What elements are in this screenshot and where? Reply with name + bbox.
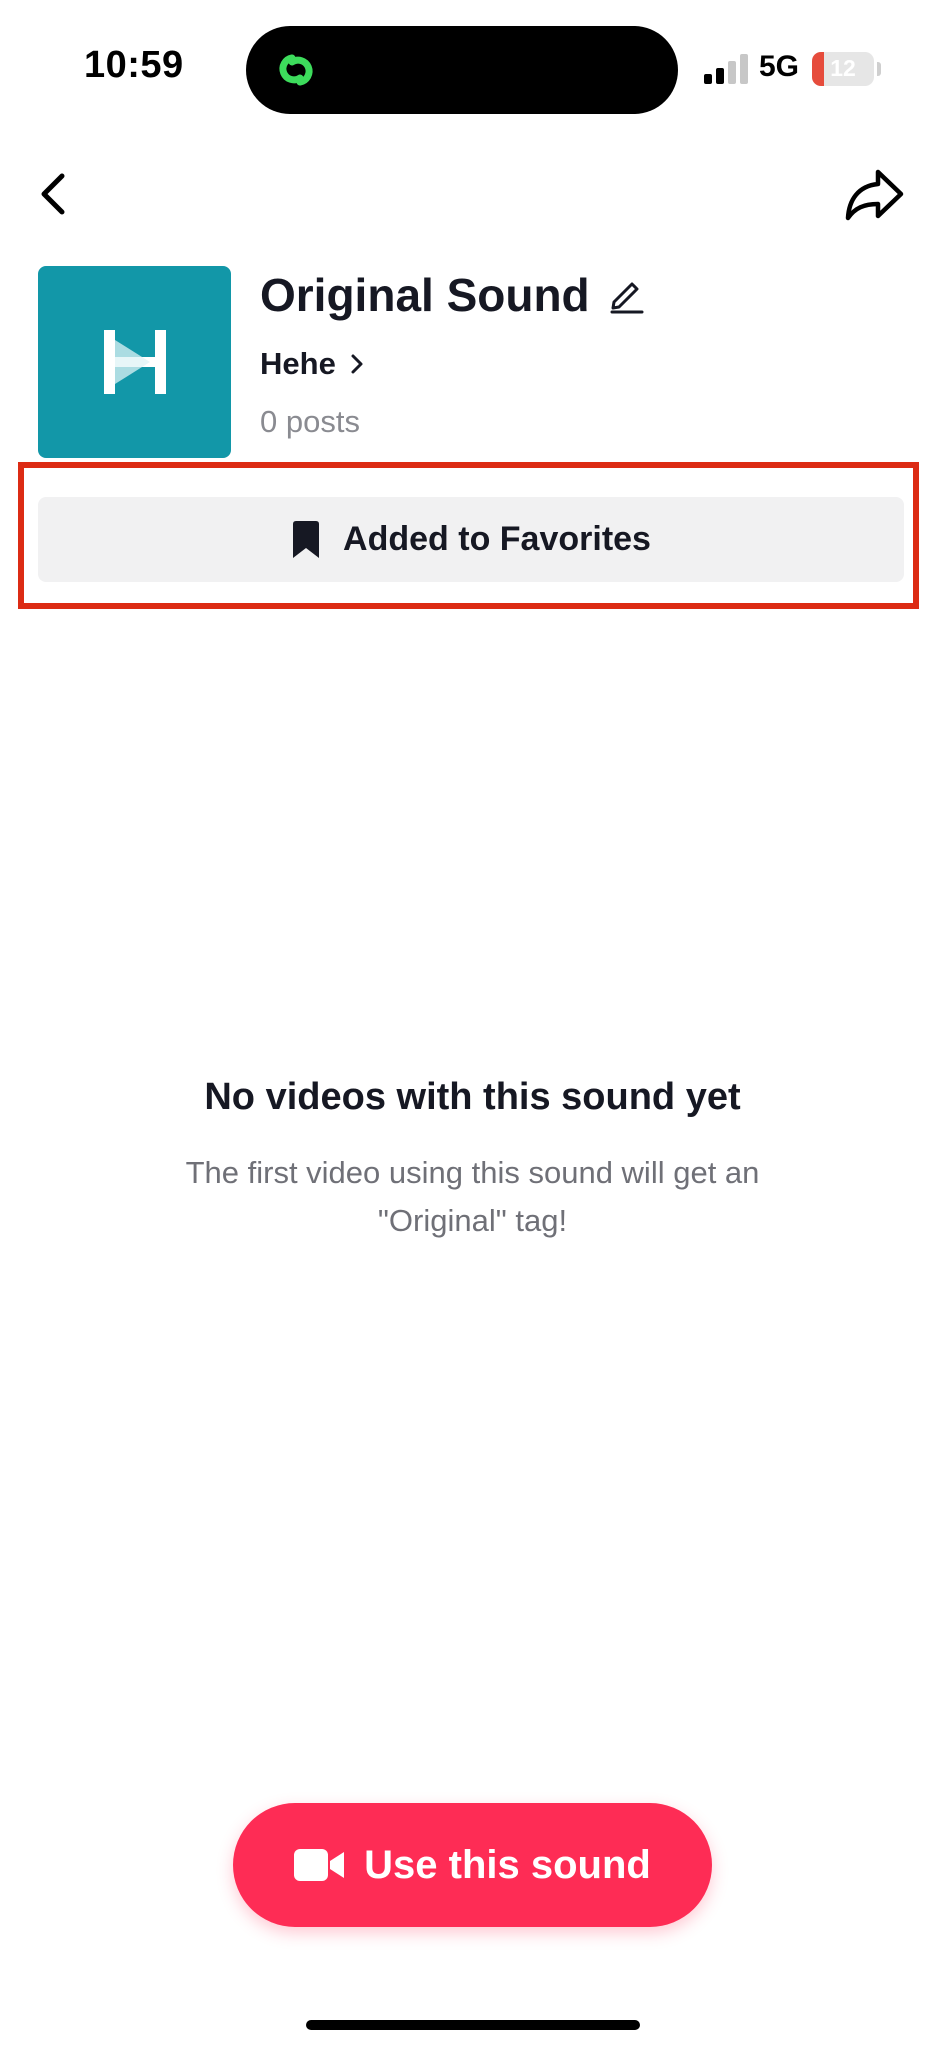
signal-icon — [704, 54, 748, 84]
battery-percent: 12 — [830, 55, 856, 81]
author-link[interactable]: Hehe — [260, 346, 364, 382]
sound-cover[interactable] — [38, 266, 231, 458]
chevron-left-icon[interactable] — [32, 170, 76, 218]
added-to-favorites-button[interactable]: Added to Favorites — [38, 497, 904, 582]
empty-state-text: The first video using this sound will ge… — [185, 1155, 760, 1238]
battery-cap — [877, 62, 881, 76]
status-time: 10:59 — [84, 44, 184, 86]
network-label: 5G — [759, 50, 800, 83]
link-rings-icon — [279, 54, 313, 86]
favorites-label: Added to Favorites — [343, 520, 651, 558]
battery-icon: 12 — [812, 52, 874, 86]
sound-cover-logo-icon — [104, 330, 166, 394]
pencil-icon[interactable] — [606, 274, 646, 314]
author-name: Hehe — [260, 346, 336, 381]
chevron-right-icon — [351, 354, 363, 374]
home-indicator[interactable] — [306, 2020, 640, 2030]
dynamic-island — [246, 26, 678, 114]
bookmark-icon — [293, 520, 320, 558]
video-camera-icon — [294, 1849, 345, 1881]
use-sound-label: Use this sound — [364, 1842, 651, 1887]
post-count: 0 posts — [260, 404, 360, 439]
share-arrow-icon[interactable] — [844, 166, 906, 222]
empty-state-title: No videos with this sound yet — [204, 1076, 741, 1118]
use-this-sound-button[interactable]: Use this sound — [233, 1803, 712, 1927]
sound-title: Original Sound — [260, 269, 590, 321]
